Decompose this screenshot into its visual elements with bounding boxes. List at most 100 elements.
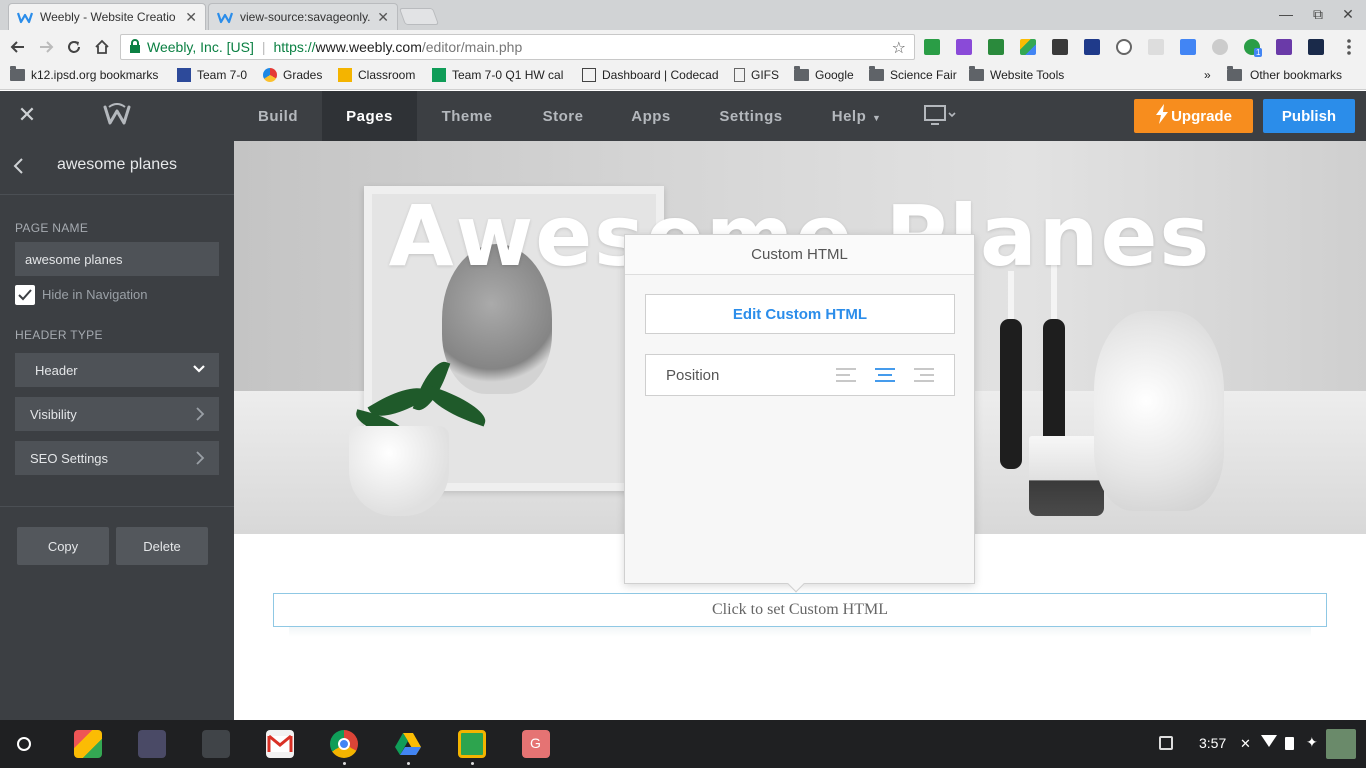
- gmail-app-icon[interactable]: [266, 730, 294, 758]
- delete-page-button[interactable]: Delete: [116, 527, 208, 565]
- bookmark-science-fair[interactable]: Science Fair: [869, 66, 957, 82]
- slides-app-icon[interactable]: [138, 730, 166, 758]
- classroom-extension-icon[interactable]: [924, 39, 940, 55]
- nav-store[interactable]: Store: [532, 91, 594, 141]
- nav-settings[interactable]: Settings: [710, 91, 792, 141]
- visibility-row[interactable]: Visibility: [15, 397, 219, 431]
- page-settings-sidebar: awesome planes PAGE NAME awesome planes …: [0, 141, 234, 720]
- custom-html-element[interactable]: Click to set Custom HTML: [273, 593, 1327, 627]
- image-extension-icon[interactable]: [1148, 39, 1164, 55]
- seo-settings-row[interactable]: SEO Settings: [15, 441, 219, 475]
- window-close-icon[interactable]: ✕: [1338, 6, 1358, 23]
- bookmark-star-icon[interactable]: ☆: [892, 38, 906, 58]
- bookmarks-bar: k12.ipsd.org bookmarks Team 7-0 Grades C…: [0, 64, 1366, 90]
- url-path: /editor/main.php: [421, 39, 523, 55]
- codecademy-favicon-icon: [582, 68, 596, 82]
- copy-page-button[interactable]: Copy: [17, 527, 109, 565]
- bookmarks-overflow-chevron[interactable]: »: [1204, 68, 1211, 82]
- classroom-app-icon[interactable]: [458, 730, 486, 758]
- align-right-icon[interactable]: [914, 367, 934, 383]
- hide-nav-checkbox[interactable]: [15, 285, 35, 305]
- tab-title: view-source:savageonly.: [240, 10, 371, 24]
- upgrade-button[interactable]: Upgrade: [1134, 99, 1253, 133]
- pdf-extension-icon[interactable]: [1276, 39, 1292, 55]
- translate-extension-icon[interactable]: [1180, 39, 1196, 55]
- device-preview-icon[interactable]: [924, 105, 956, 130]
- edit-custom-html-button[interactable]: Edit Custom HTML: [645, 294, 955, 334]
- new-tab-button[interactable]: [398, 8, 440, 25]
- header-type-label: HEADER TYPE: [15, 328, 103, 342]
- film-extension-icon[interactable]: [1052, 39, 1068, 55]
- folder-icon: [1227, 66, 1242, 81]
- nav-build[interactable]: Build: [250, 91, 306, 141]
- close-editor-icon[interactable]: ✕: [16, 104, 38, 126]
- menu-dots-icon[interactable]: [1338, 36, 1360, 58]
- restore-icon[interactable]: ⧉: [1308, 6, 1328, 23]
- bookmark-classroom[interactable]: Classroom: [338, 68, 415, 82]
- drive-app-icon[interactable]: [394, 730, 422, 758]
- weebly-logo-icon: [103, 103, 131, 130]
- bookmark-grades[interactable]: Grades: [263, 68, 322, 82]
- bookmark-codecademy[interactable]: Dashboard | Codecad: [582, 68, 719, 82]
- bookmark-team70[interactable]: Team 7-0: [177, 68, 247, 82]
- help-caret-icon: ▼: [872, 113, 881, 123]
- bookmark-other[interactable]: Other bookmarks: [1227, 66, 1342, 82]
- forward-arrow-icon[interactable]: [35, 36, 57, 58]
- nav-theme[interactable]: Theme: [432, 91, 502, 141]
- nav-help[interactable]: Help: [826, 91, 872, 141]
- key-extension-icon[interactable]: [1308, 39, 1324, 55]
- drive-extension-icon[interactable]: [1020, 39, 1036, 55]
- bookmark-gifs[interactable]: GIFS: [734, 68, 779, 82]
- doc-extension-icon[interactable]: [988, 39, 1004, 55]
- address-bar[interactable]: Weebly, Inc. [US] | https:// www.weebly.…: [120, 34, 915, 60]
- bookmark-team70-hw[interactable]: Team 7-0 Q1 HW cal: [432, 68, 563, 82]
- chrome-app-icon[interactable]: [330, 730, 358, 758]
- bookmark-website-tools[interactable]: Website Tools: [969, 66, 1064, 82]
- nav-apps[interactable]: Apps: [624, 91, 678, 141]
- editor-top-bar: ✕ Build Pages Theme Store Apps Settings …: [0, 91, 1366, 141]
- bookmark-google[interactable]: Google: [794, 66, 854, 82]
- lock-icon: [129, 38, 141, 56]
- publish-button[interactable]: Publish: [1263, 99, 1355, 133]
- home-icon[interactable]: [91, 36, 113, 58]
- clock[interactable]: 3:57: [1199, 735, 1226, 751]
- tab-close-icon[interactable]: ✕: [185, 9, 197, 26]
- page-name-label: PAGE NAME: [15, 221, 89, 235]
- minimize-icon[interactable]: —: [1276, 6, 1296, 22]
- align-left-icon[interactable]: [836, 367, 856, 383]
- tab-close-icon[interactable]: ✕: [377, 9, 389, 26]
- mute-icon[interactable]: ✕: [1240, 736, 1251, 752]
- wifi-icon[interactable]: [1261, 735, 1277, 747]
- tab-title: Weebly - Website Creatio: [40, 10, 176, 24]
- book-extension-icon[interactable]: [1084, 39, 1100, 55]
- back-arrow-icon[interactable]: [7, 36, 29, 58]
- g-app-icon[interactable]: G: [522, 730, 550, 758]
- chevron-right-icon: [195, 407, 205, 424]
- tab-view-source[interactable]: view-source:savageonly. ✕: [208, 3, 398, 30]
- bookmark-k12[interactable]: k12.ipsd.org bookmarks: [10, 66, 158, 82]
- extension-badge: 1: [1254, 48, 1263, 57]
- url-protocol: https://: [273, 39, 316, 55]
- nav-pages[interactable]: Pages: [322, 91, 417, 141]
- battery-icon[interactable]: [1285, 737, 1294, 750]
- tab-weebly[interactable]: Weebly - Website Creatio ✕: [8, 3, 206, 30]
- puzzle-extension-icon[interactable]: [956, 39, 972, 55]
- align-center-icon[interactable]: [875, 367, 895, 383]
- hide-nav-label: Hide in Navigation: [42, 287, 148, 302]
- header-type-select[interactable]: Header: [15, 353, 219, 387]
- calculator-app-icon[interactable]: [202, 730, 230, 758]
- weebly-favicon-icon: [217, 9, 233, 25]
- screenshot-tray-icon[interactable]: [1159, 736, 1173, 750]
- power-extension-icon[interactable]: [1116, 39, 1132, 55]
- vase-image: [1094, 311, 1224, 511]
- avatar[interactable]: [1326, 729, 1356, 759]
- divider: [0, 506, 234, 507]
- url-host: www.weebly.com: [315, 39, 422, 55]
- reload-icon[interactable]: [63, 36, 85, 58]
- accessibility-icon[interactable]: ✦: [1306, 734, 1318, 751]
- chrome-tab-app-icon[interactable]: [74, 730, 102, 758]
- page-name-input[interactable]: awesome planes: [15, 242, 219, 276]
- grey-extension-icon[interactable]: [1212, 39, 1228, 55]
- green-extension-icon[interactable]: 1: [1244, 39, 1263, 57]
- launcher-icon[interactable]: [17, 737, 31, 751]
